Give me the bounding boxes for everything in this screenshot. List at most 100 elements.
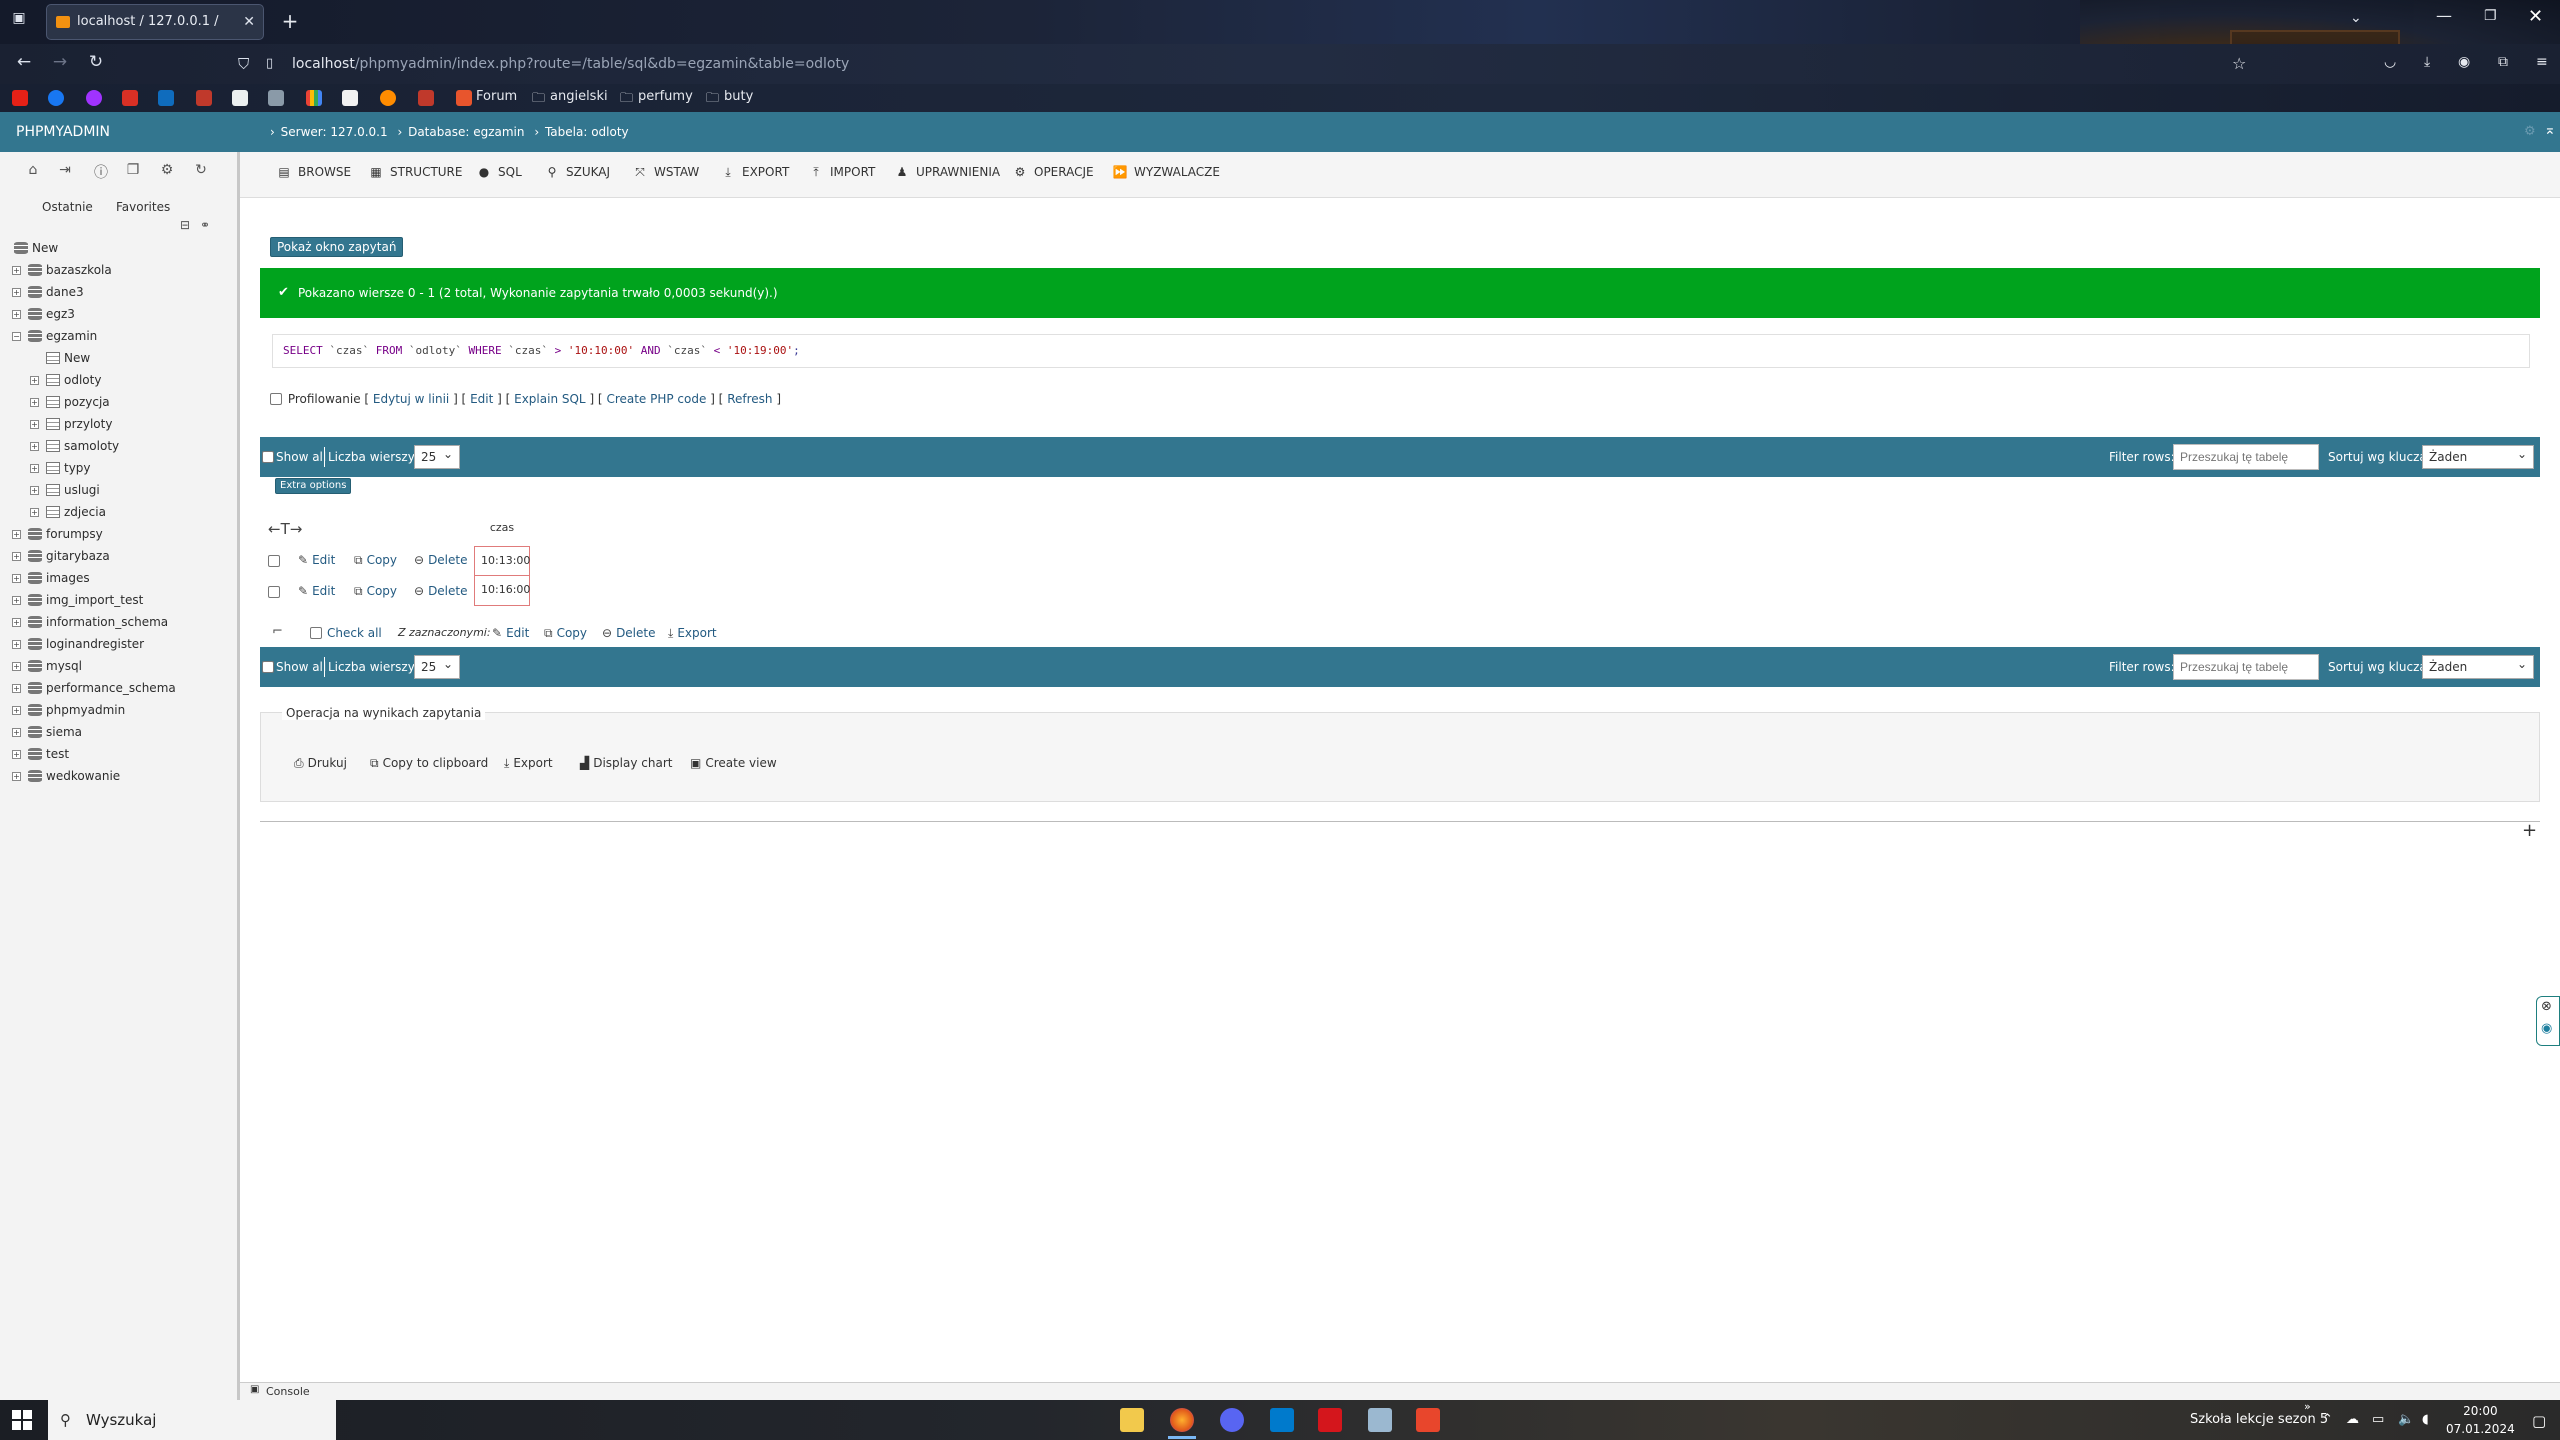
row-copy[interactable]: ⧉ Copy bbox=[354, 584, 397, 599]
folder-icon[interactable]: 🗀 bbox=[706, 89, 719, 111]
row-checkbox[interactable] bbox=[268, 555, 280, 567]
outlook-bookmark-icon[interactable] bbox=[158, 90, 174, 106]
tree-table[interactable]: + uslugi bbox=[30, 480, 100, 502]
tree-db[interactable]: + mysql bbox=[12, 656, 82, 678]
back-icon[interactable]: ← bbox=[12, 52, 36, 72]
file-explorer-icon[interactable] bbox=[1120, 1408, 1144, 1432]
onedrive-icon[interactable]: ☁ bbox=[2346, 1412, 2359, 1427]
refresh-link[interactable]: Refresh bbox=[727, 392, 772, 406]
tree-table[interactable]: + samoloty bbox=[30, 436, 119, 458]
edit-inline-link[interactable]: Edytuj w linii bbox=[373, 392, 449, 406]
tree-db[interactable]: + wedkowanie bbox=[12, 766, 120, 788]
collapse-top-icon[interactable]: ⌅ bbox=[2544, 122, 2556, 138]
tree-db[interactable]: + egz3 bbox=[12, 304, 75, 326]
floating-widget[interactable]: ⊗ ◉ bbox=[2536, 996, 2560, 1046]
tab-search[interactable]: ⚲ Szukaj bbox=[544, 165, 610, 179]
row-delete[interactable]: ⊖ Delete bbox=[414, 584, 468, 598]
expand-icon[interactable]: + bbox=[12, 530, 21, 539]
check-all-label[interactable]: Check all bbox=[327, 626, 382, 640]
filter-rows-input[interactable] bbox=[2173, 444, 2319, 470]
taskbar-search[interactable]: ⚲ Wyszukaj bbox=[48, 1400, 336, 1440]
tab-privileges[interactable]: ♟ Uprawnienia bbox=[894, 165, 1001, 179]
expand-icon[interactable]: + bbox=[12, 266, 21, 275]
tree-db[interactable]: + phpmyadmin bbox=[12, 700, 125, 722]
tree-db[interactable]: + loginandregister bbox=[12, 634, 144, 656]
expand-icon[interactable]: + bbox=[30, 464, 39, 473]
expand-icon[interactable]: + bbox=[30, 486, 39, 495]
reload-icon[interactable]: ↻ bbox=[84, 52, 108, 72]
collapse-icon[interactable]: − bbox=[12, 332, 21, 341]
pocket-icon[interactable]: ◡ bbox=[2384, 54, 2396, 70]
row-edit[interactable]: ✎ Edit bbox=[298, 584, 335, 598]
list-all-tabs-icon[interactable]: ⌄ bbox=[2350, 10, 2362, 26]
document-bookmark-icon[interactable] bbox=[232, 90, 248, 106]
new-tab-icon[interactable]: + bbox=[278, 8, 302, 34]
bulk-edit[interactable]: ✎ Edit bbox=[492, 626, 529, 640]
cell-czas[interactable]: 10:16:00 bbox=[474, 576, 530, 606]
close-circle-icon[interactable]: ⊗ bbox=[2541, 999, 2552, 1014]
console-toggle[interactable]: Console bbox=[266, 1385, 310, 1398]
show-all-checkbox[interactable] bbox=[262, 661, 274, 673]
sort-select[interactable]: Żaden bbox=[2422, 443, 2534, 469]
bulk-copy[interactable]: ⧉ Copy bbox=[544, 626, 587, 641]
extensions-icon[interactable]: ⧉ bbox=[2498, 54, 2508, 70]
tab-triggers[interactable]: ⏩ Wyzwalacze bbox=[1112, 165, 1220, 179]
expand-icon[interactable]: + bbox=[12, 772, 21, 781]
close-window-icon[interactable]: ✕ bbox=[2528, 6, 2543, 27]
home-icon[interactable]: ⌂ bbox=[24, 162, 42, 180]
row-copy[interactable]: ⧉ Copy bbox=[354, 553, 397, 568]
tree-new[interactable]: New bbox=[14, 238, 58, 260]
profiling-checkbox[interactable] bbox=[270, 393, 282, 405]
xampp-icon[interactable] bbox=[1416, 1408, 1440, 1432]
tree-db[interactable]: + forumpsy bbox=[12, 524, 103, 546]
edit-link[interactable]: Edit bbox=[470, 392, 493, 406]
address-bar[interactable]: localhost/phpmyadmin/index.php?route=/ta… bbox=[238, 50, 2238, 78]
account-icon[interactable]: ◉ bbox=[2458, 54, 2470, 70]
bookmark-folder-perfumy[interactable]: perfumy bbox=[638, 89, 693, 104]
show-all-checkbox[interactable] bbox=[262, 451, 274, 463]
tab-recent[interactable]: Ostatnie bbox=[36, 198, 99, 216]
row-edit[interactable]: ✎ Edit bbox=[298, 553, 335, 567]
sql-query-display[interactable]: SELECT `czas` FROM `odloty` WHERE `czas`… bbox=[272, 334, 2530, 368]
settings-icon[interactable]: ⚙ bbox=[2524, 124, 2536, 139]
tree-db[interactable]: + images bbox=[12, 568, 90, 590]
explain-sql-link[interactable]: Explain SQL bbox=[514, 392, 586, 406]
expand-icon[interactable]: + bbox=[12, 640, 21, 649]
breadcrumb-database[interactable]: Database: egzamin bbox=[408, 125, 524, 139]
bookmark-icon[interactable] bbox=[380, 90, 396, 106]
network-icon[interactable]: ▭ bbox=[2372, 1412, 2384, 1427]
breadcrumb-server[interactable]: Serwer: 127.0.0.1 bbox=[281, 125, 388, 139]
extra-options-button[interactable]: Extra options bbox=[275, 478, 352, 494]
create-php-code-link[interactable]: Create PHP code bbox=[606, 392, 706, 406]
bookmark-folder-angielski[interactable]: angielski bbox=[550, 89, 608, 104]
pma-logo[interactable]: PHPMYADMIN bbox=[0, 112, 240, 152]
plus-icon[interactable]: + bbox=[2522, 820, 2537, 841]
notepad-icon[interactable] bbox=[1368, 1408, 1392, 1432]
row-checkbox[interactable] bbox=[268, 586, 280, 598]
downloads-icon[interactable]: ⤓ bbox=[2424, 54, 2430, 70]
browser-tab-active[interactable]: localhost / 127.0.0.1 / egzamin ✕ bbox=[46, 4, 264, 63]
tab-export[interactable]: ⤓ Export bbox=[720, 165, 789, 180]
reload-nav-icon[interactable]: ↻ bbox=[192, 162, 210, 180]
windows-start-icon[interactable] bbox=[12, 1410, 32, 1430]
expand-icon[interactable]: + bbox=[30, 398, 39, 407]
show-hidden-icons-icon[interactable]: ⌃ bbox=[2322, 1412, 2333, 1427]
shield-icon[interactable]: ⛉ bbox=[238, 55, 249, 73]
facebook-bookmark-icon[interactable] bbox=[48, 90, 64, 106]
bookmark-icon[interactable] bbox=[342, 90, 358, 106]
tree-db[interactable]: + performance_schema bbox=[12, 678, 176, 700]
logout-icon[interactable]: ⇥ bbox=[56, 162, 74, 180]
show-all-label[interactable]: Show all bbox=[276, 450, 326, 464]
bookmark-star-icon[interactable]: ☆ bbox=[2232, 54, 2246, 73]
sort-select[interactable]: Żaden bbox=[2422, 653, 2534, 679]
page-info-icon[interactable]: ▯ bbox=[266, 56, 273, 71]
create-view-button[interactable]: ▣ Create view bbox=[690, 756, 777, 770]
row-delete[interactable]: ⊖ Delete bbox=[414, 553, 468, 567]
settings-icon[interactable]: ⚙ bbox=[158, 162, 176, 180]
bookmark-folder-buty[interactable]: buty bbox=[724, 89, 753, 104]
tab-list-icon[interactable]: ▣ bbox=[8, 10, 30, 32]
youtube-bookmark-icon[interactable] bbox=[12, 90, 28, 106]
tree-db[interactable]: + gitarybaza bbox=[12, 546, 110, 568]
folder-icon[interactable]: 🗀 bbox=[620, 89, 633, 111]
expand-icon[interactable]: + bbox=[12, 310, 21, 319]
